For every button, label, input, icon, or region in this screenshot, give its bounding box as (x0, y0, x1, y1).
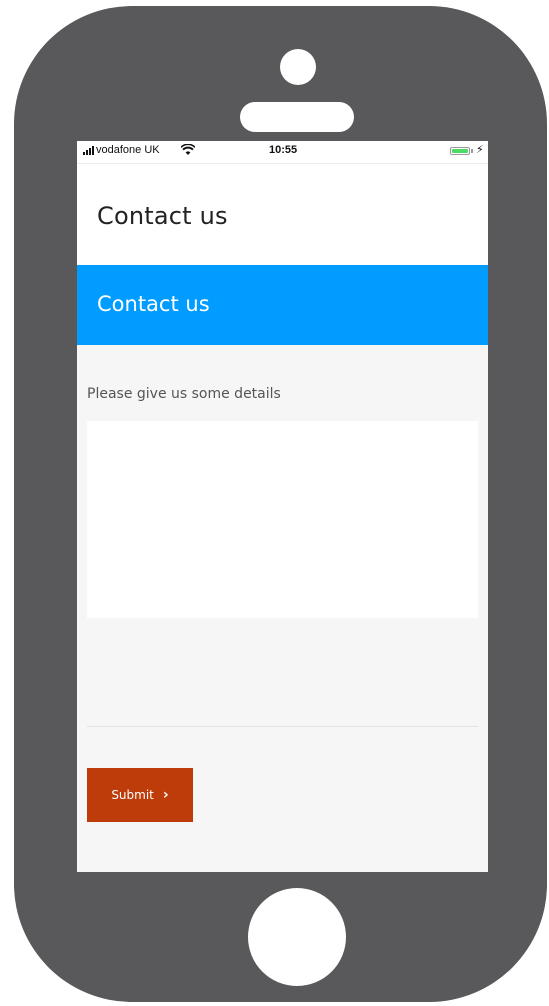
chevron-right-icon: › (162, 787, 169, 803)
charging-bolt-icon: ⚡ (476, 143, 484, 156)
submit-label: Submit (111, 788, 154, 802)
banner-title: Contact us (97, 292, 210, 316)
submit-button[interactable]: Submit › (87, 768, 193, 822)
front-camera (280, 49, 316, 85)
battery-level (452, 149, 468, 153)
details-label: Please give us some details (87, 386, 281, 402)
signal-icon (83, 146, 94, 155)
form-divider (87, 726, 478, 727)
status-time: 10:55 (269, 144, 298, 156)
battery-tip (471, 149, 473, 153)
battery-icon (450, 147, 470, 155)
earpiece-speaker (240, 102, 354, 132)
details-textarea[interactable] (87, 421, 478, 618)
carrier-name: vodafone UK (96, 144, 160, 156)
phone-screen: vodafone UK 10:55 ⚡ Contact us Contact u… (77, 141, 488, 872)
home-button[interactable] (248, 888, 346, 986)
app-header: Contact us (77, 163, 488, 265)
status-bar: vodafone UK 10:55 ⚡ (77, 141, 488, 163)
page-title: Contact us (97, 202, 228, 230)
contact-banner: Contact us (77, 265, 488, 345)
wifi-icon (181, 144, 195, 155)
